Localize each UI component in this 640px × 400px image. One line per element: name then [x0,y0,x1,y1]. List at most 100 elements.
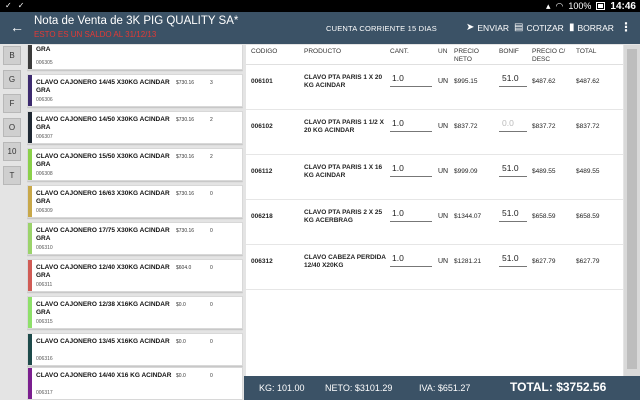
delete-button[interactable]: ▮ BORRAR [569,22,614,33]
quantity-input[interactable]: 1.0 [390,118,432,132]
discount-input[interactable]: 51.0 [499,163,527,177]
scrollbar-thumb[interactable] [627,49,637,369]
quantity-input[interactable]: 1.0 [390,163,432,177]
product-name: CLAVO CAJONERO 14/40 X16 KG ACINDAR [36,372,172,379]
row-total: $837.72 [576,123,600,130]
table-row[interactable]: 006312 CLAVO CABEZA PERDIDA 12/40 X20KG … [246,245,623,290]
category-color-bar [28,149,32,180]
letter-tab[interactable]: G [3,70,21,89]
table-header: CODIGO PRODUCTO CANT. UN PRECIO NETO BON… [246,45,623,65]
row-net-price: $1281.21 [454,258,482,265]
product-qty: 0 [210,302,213,308]
product-code: 006316 [36,356,53,362]
letter-tab[interactable]: F [3,94,21,113]
trash-icon: ▮ [569,22,575,33]
product-code: 006310 [36,245,53,251]
discount-input[interactable]: 51.0 [499,73,527,87]
letter-tab[interactable]: B [3,46,21,65]
quantity-input[interactable]: 1.0 [390,73,432,87]
overflow-menu-icon[interactable]: ⋮ [620,20,632,34]
product-name: CLAVO CAJONERO 16/63 X30KG ACINDAR GRA [36,190,170,205]
product-name: CLAVO CAJONERO 12/38 X16KG ACINDAR GRA [36,301,170,316]
list-item[interactable]: CLAVO CAJONERO 13/45 X16KG ACINDAR 00631… [27,333,243,366]
product-price: $730.16 [176,117,195,123]
list-item[interactable]: CLAVO CAJONERO 12/38 X16KG ACINDAR GRA 0… [27,296,243,329]
battery-percent: 100% [568,1,592,11]
product-qty: 2 [210,117,213,123]
list-item[interactable]: CLAVO CAJONERO 15/50 X30KG ACINDAR GRA 0… [27,148,243,181]
table-row[interactable]: 006218 CLAVO PTA PARIS 2 X 25 KG ACERBRA… [246,200,623,245]
category-color-bar [28,368,32,399]
category-color-bar [28,334,32,365]
column-header: PRECIO C/ DESC [532,48,566,63]
product-price: $730.16 [176,228,195,234]
list-item[interactable]: CLAVO CAJONERO 14/40 X16 KG ACINDAR 0063… [27,367,243,400]
back-arrow-icon[interactable]: ← [10,19,24,35]
quantity-input[interactable]: 1.0 [390,208,432,222]
list-item[interactable]: CLAVO CAJONERO 17/75 X30KG ACINDAR GRA 0… [27,222,243,255]
discount-input[interactable]: 51.0 [499,208,527,222]
wifi-icon: ◠ [555,0,564,11]
product-price: $730.16 [176,80,195,86]
table-row[interactable]: 006112 CLAVO PTA PARIS 1 X 16 KG ACINDAR… [246,155,623,200]
category-color-bar [28,260,32,291]
column-header: TOTAL [576,48,597,55]
app-bar: ← Nota de Venta de 3K PIG QUALITY SA* ES… [0,12,640,44]
product-name: CLAVO CAJONERO 15/50 X30KG ACINDAR GRA [36,153,170,168]
page-subtitle: ESTO ES UN SALDO AL 31/12/13 [34,30,157,39]
product-price: $730.16 [176,191,195,197]
product-qty: 0 [210,373,213,379]
list-item[interactable]: CLAVO CAJONERO 14/50 X30KG ACINDAR GRA 0… [27,111,243,144]
row-total: $627.79 [576,258,600,265]
letter-tab[interactable]: T [3,166,21,185]
product-code: 006305 [36,60,53,66]
row-unit: UN [438,123,449,130]
list-item[interactable]: GRA 006305 [27,45,243,70]
list-item[interactable]: CLAVO CAJONERO 12/40 X30KG ACINDAR GRA 0… [27,259,243,292]
total-net: NETO: $3101.29 [325,383,393,393]
product-price: $0.0 [176,302,186,308]
product-list[interactable]: GRA 006305 CLAVO CAJONERO 14/45 X30KG AC… [27,45,243,400]
table-row[interactable]: 006102 CLAVO PTA PARIS 1 1/2 X 20 KG ACI… [246,110,623,155]
document-icon: ▤ [514,22,524,33]
discount-input[interactable]: 51.0 [499,253,527,267]
product-qty: 0 [210,191,213,197]
letter-tab[interactable]: 10 [3,142,21,161]
row-unit: UN [438,258,449,265]
quantity-input[interactable]: 1.0 [390,253,432,267]
discount-input[interactable]: 0.0 [499,118,527,132]
battery-icon [596,2,606,10]
row-product: CLAVO PTA PARIS 1 1/2 X 20 KG ACINDAR [304,119,384,134]
row-net-price: $837.72 [454,123,478,130]
row-total: $489.55 [576,168,600,175]
product-code: 006306 [36,97,53,103]
row-code: 006218 [251,213,273,220]
send-icon: ➤ [466,22,475,33]
product-price: $604.0 [176,265,192,271]
row-net-price: $1344.07 [454,213,482,220]
product-qty: 3 [210,80,213,86]
row-unit: UN [438,213,449,220]
row-net-price: $999.09 [454,168,478,175]
letter-index: B G F O 10 T [3,46,23,190]
list-item[interactable]: CLAVO CAJONERO 16/63 X30KG ACINDAR GRA 0… [27,185,243,218]
product-code: 006307 [36,134,53,140]
row-code: 006101 [251,78,273,85]
quote-button[interactable]: ▤ COTIZAR [514,22,564,33]
letter-tab[interactable]: O [3,118,21,137]
product-qty: 2 [210,154,213,160]
column-header: PRODUCTO [304,48,342,55]
table-row[interactable]: 006101 CLAVO PTA PARIS 1 X 20 KG ACINDAR… [246,65,623,110]
product-price: $0.0 [176,373,186,379]
row-product: CLAVO PTA PARIS 1 X 20 KG ACINDAR [304,74,383,89]
product-name: CLAVO CAJONERO 17/75 X30KG ACINDAR GRA [36,227,170,242]
product-name: CLAVO CAJONERO 14/45 X30KG ACINDAR GRA [36,79,170,94]
scrollbar[interactable] [624,45,640,376]
product-code: 006311 [36,282,53,288]
send-button[interactable]: ➤ ENVIAR [466,22,509,33]
category-color-bar [28,297,32,328]
product-qty: 0 [210,339,213,345]
row-discounted-price: $487.62 [532,78,556,85]
list-item[interactable]: CLAVO CAJONERO 14/45 X30KG ACINDAR GRA 0… [27,74,243,107]
column-header: UN [438,48,448,55]
